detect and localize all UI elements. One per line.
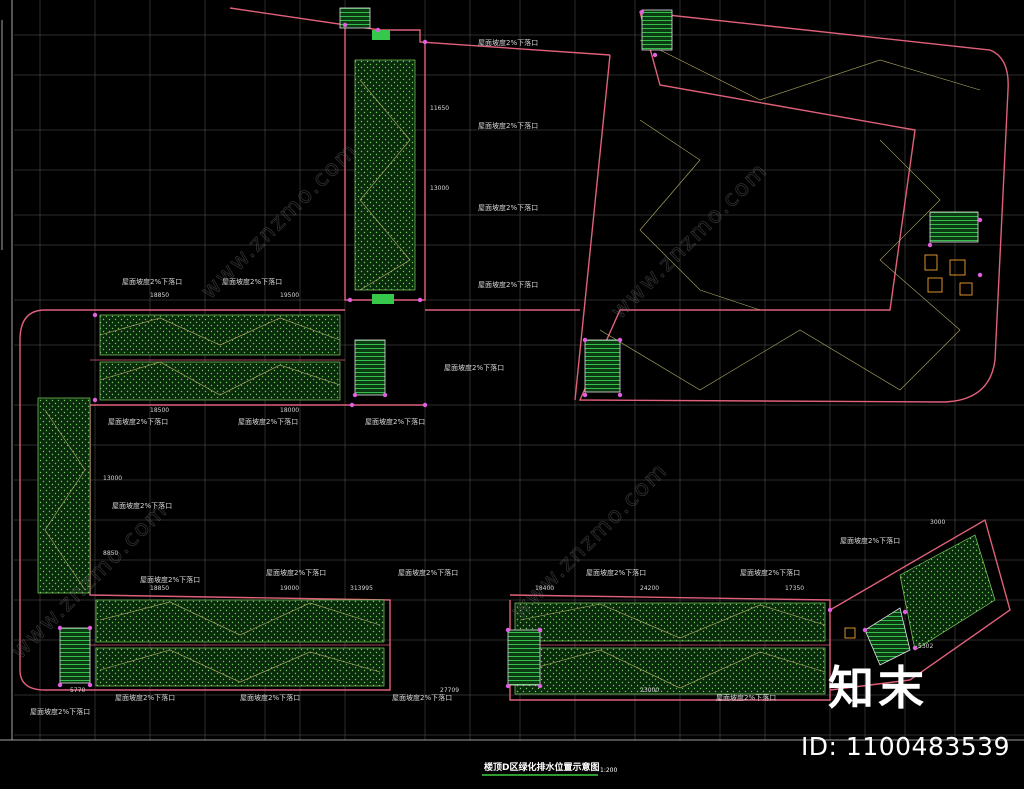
drawing-title: 楼顶D区绿化排水位置示意图 bbox=[484, 761, 599, 773]
column-node bbox=[537, 627, 543, 633]
dimension-label: 17350 bbox=[785, 585, 804, 592]
drawing-title-block: 楼顶D区绿化排水位置示意图 1:200 bbox=[482, 761, 617, 776]
column-node bbox=[375, 27, 381, 33]
column-node bbox=[87, 682, 93, 688]
slope-note: 屋面坡度2%下落口 bbox=[716, 693, 776, 702]
slope-note: 屋面坡度2%下落口 bbox=[840, 536, 900, 545]
dimension-label: 19500 bbox=[280, 292, 299, 299]
dimension-label: 18850 bbox=[150, 585, 169, 592]
dimension-label: 19000 bbox=[280, 585, 299, 592]
column-node bbox=[505, 683, 511, 689]
slope-note: 屋面坡度2%下落口 bbox=[478, 38, 538, 47]
drawing-scale: 1:200 bbox=[600, 767, 617, 774]
dimension-label: 13000 bbox=[103, 475, 122, 482]
slope-note: 屋面坡度2%下落口 bbox=[398, 568, 458, 577]
column-node bbox=[342, 22, 348, 28]
column-node bbox=[977, 272, 983, 278]
slope-note: 屋面坡度2%下落口 bbox=[365, 417, 425, 426]
slope-note: 屋面坡度2%下落口 bbox=[266, 568, 326, 577]
slope-note: 屋面坡度2%下落口 bbox=[586, 568, 646, 577]
slope-note: 屋面坡度2%下落口 bbox=[140, 575, 200, 584]
column-node bbox=[505, 627, 511, 633]
column-node bbox=[902, 609, 908, 615]
dimension-label: 18500 bbox=[150, 407, 169, 414]
slope-note: 屋面坡度2%下落口 bbox=[740, 568, 800, 577]
slope-note: 屋面坡度2%下落口 bbox=[478, 203, 538, 212]
dimension-label: 5302 bbox=[918, 643, 933, 650]
column-node bbox=[92, 312, 98, 318]
slope-note: 屋面坡度2%下落口 bbox=[122, 277, 182, 286]
dimension-label: 313995 bbox=[350, 585, 373, 592]
dimension-label: 24200 bbox=[640, 585, 659, 592]
column-node bbox=[422, 402, 428, 408]
column-node bbox=[382, 392, 388, 398]
column-node bbox=[422, 39, 428, 45]
slope-note: 屋面坡度2%下落口 bbox=[238, 417, 298, 426]
column-node bbox=[417, 297, 423, 303]
slope-note: 屋面坡度2%下落口 bbox=[108, 417, 168, 426]
dimension-label: 5770 bbox=[70, 687, 85, 694]
slope-note: 屋面坡度2%下落口 bbox=[478, 121, 538, 130]
column-node bbox=[347, 297, 353, 303]
column-node bbox=[349, 402, 355, 408]
dimension-label: 3000 bbox=[930, 519, 945, 526]
dimension-label: 11650 bbox=[430, 105, 449, 112]
column-node bbox=[862, 627, 868, 633]
slope-note: 屋面坡度2%下落口 bbox=[30, 707, 90, 716]
column-node bbox=[927, 242, 933, 248]
dimension-label: 18000 bbox=[280, 407, 299, 414]
column-node bbox=[652, 52, 658, 58]
column-node bbox=[977, 217, 983, 223]
column-node bbox=[57, 682, 63, 688]
column-node bbox=[912, 645, 918, 651]
column-node bbox=[92, 397, 98, 403]
column-node bbox=[87, 625, 93, 631]
column-node bbox=[639, 9, 645, 15]
column-node bbox=[827, 607, 833, 613]
slope-note: 屋面坡度2%下落口 bbox=[444, 363, 504, 372]
dimension-label: 18850 bbox=[150, 292, 169, 299]
slope-note: 屋面坡度2%下落口 bbox=[478, 280, 538, 289]
slope-note: 屋面坡度2%下落口 bbox=[115, 693, 175, 702]
column-node bbox=[352, 392, 358, 398]
column-node bbox=[617, 337, 623, 343]
watermark-id: ID: 1100483539 bbox=[800, 732, 1010, 761]
column-node bbox=[537, 683, 543, 689]
dimension-label: 13000 bbox=[430, 185, 449, 192]
dimension-label: 27709 bbox=[440, 687, 459, 694]
dimension-label: 23000 bbox=[640, 687, 659, 694]
slope-note: 屋面坡度2%下落口 bbox=[392, 693, 452, 702]
column-node bbox=[582, 392, 588, 398]
watermark-brand: 知末 bbox=[828, 661, 928, 715]
column-node bbox=[617, 392, 623, 398]
column-node bbox=[582, 337, 588, 343]
slope-note: 屋面坡度2%下落口 bbox=[240, 693, 300, 702]
